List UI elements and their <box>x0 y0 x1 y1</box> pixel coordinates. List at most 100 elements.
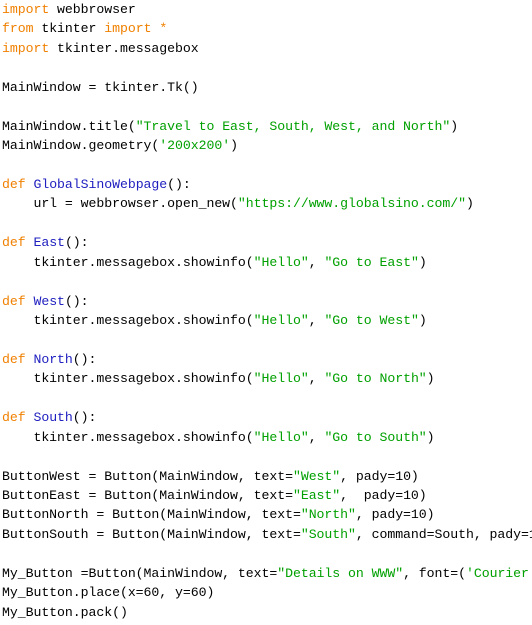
code-token-keyword: * <box>159 21 168 37</box>
code-token-plain: tkinter.messagebox <box>49 40 199 56</box>
code-token-string: "Hello" <box>253 429 309 445</box>
code-token-plain: ) <box>418 313 427 328</box>
code-token-plain: , command=South, pady=10) <box>355 526 532 542</box>
code-token-plain: , <box>308 429 325 445</box>
code-token-def: West <box>33 293 65 309</box>
code-token-def: South <box>33 410 73 426</box>
code-line: ButtonWest = Button(MainWindow, text="We… <box>0 467 532 486</box>
code-token-plain: ) <box>426 429 435 445</box>
code-token-plain: My_Button.pack() <box>2 604 128 620</box>
code-token-string: "Details on WWW" <box>277 565 404 581</box>
code-token-plain: , pady=10) <box>340 487 427 503</box>
code-token-plain: tkinter.messagebox.showinfo( <box>2 254 254 270</box>
code-token-string: '200x200' <box>159 138 231 154</box>
code-token-plain: My_Button =Button(MainWindow, text= <box>2 565 278 581</box>
code-token-string: "https://www.globalsino.com/" <box>237 196 466 212</box>
code-token-plain: (): <box>72 351 97 367</box>
code-token-plain: , font=( <box>403 565 466 581</box>
code-line: import tkinter.messagebox <box>0 39 532 58</box>
code-token-keyword: import <box>2 40 50 56</box>
code-line: url = webbrowser.open_new("https://www.g… <box>0 194 532 213</box>
code-token-plain: ) <box>426 371 435 387</box>
code-token-plain: tkinter.messagebox.showinfo( <box>2 429 254 445</box>
code-token-plain: ButtonSouth = Button(MainWindow, text= <box>2 526 301 542</box>
code-token-plain: ) <box>465 196 474 212</box>
code-token-plain: My_Button.place(x=60, y=60) <box>2 585 215 601</box>
code-line: def South(): <box>0 408 532 427</box>
code-token-plain: ButtonEast = Button(MainWindow, text= <box>2 487 293 503</box>
code-token-keyword: import <box>104 21 152 37</box>
code-token-plain: , <box>308 371 325 387</box>
code-token-plain: , <box>308 313 325 328</box>
code-line: from tkinter import * <box>0 19 532 38</box>
code-token-plain: (): <box>167 176 191 192</box>
code-line: My_Button =Button(MainWindow, text="Deta… <box>0 564 532 583</box>
code-line: My_Button.place(x=60, y=60) <box>0 583 532 602</box>
code-token-string: "Travel to East, South, West, and North" <box>135 118 451 134</box>
code-token-plain: tkinter <box>33 21 105 37</box>
code-line: ButtonEast = Button(MainWindow, text="Ea… <box>0 486 532 505</box>
code-token-def: GlobalSinoWebpage <box>33 176 168 192</box>
code-line: import webbrowser <box>0 0 532 19</box>
code-token-string: "Hello" <box>253 313 309 328</box>
code-line: MainWindow = tkinter.Tk() <box>0 78 532 97</box>
code-token-def: East <box>33 235 65 251</box>
code-token-plain: ) <box>450 118 459 134</box>
code-line: def GlobalSinoWebpage(): <box>0 175 532 194</box>
code-line: tkinter.messagebox.showinfo("Hello", "Go… <box>0 253 532 272</box>
code-line: def North(): <box>0 350 532 369</box>
code-token-plain: MainWindow.title( <box>2 118 136 134</box>
code-token-plain: (): <box>64 235 89 251</box>
code-token-plain: ) <box>418 254 427 270</box>
code-line: def West(): <box>0 292 532 311</box>
code-token-string: "Go to North" <box>324 371 427 387</box>
code-token-string: "South" <box>300 526 356 542</box>
code-line: tkinter.messagebox.showinfo("Hello", "Go… <box>0 311 532 330</box>
code-token-plain: , pady=10) <box>340 468 419 484</box>
code-token-plain: MainWindow = tkinter.Tk() <box>2 79 199 95</box>
code-token-plain: MainWindow.geometry( <box>2 138 160 154</box>
code-line: def East(): <box>0 233 532 252</box>
code-line: MainWindow.geometry('200x200') <box>0 136 532 155</box>
code-token-keyword: def <box>2 235 26 251</box>
code-token-keyword: def <box>2 176 26 192</box>
code-token-plain: tkinter.messagebox.showinfo( <box>2 371 254 387</box>
code-token-plain: webbrowser <box>49 2 136 17</box>
code-token-plain: ) <box>230 138 238 154</box>
code-token-def: North <box>33 351 73 367</box>
code-token-keyword: def <box>2 293 26 309</box>
code-token-string: "Go to South" <box>324 429 427 445</box>
code-token-keyword: import <box>2 2 50 17</box>
code-token-string: "Go to East" <box>324 254 419 270</box>
code-line: tkinter.messagebox.showinfo("Hello", "Go… <box>0 369 532 388</box>
code-token-plain: ButtonNorth = Button(MainWindow, text= <box>2 507 301 523</box>
code-token-string: "East" <box>292 487 341 503</box>
code-line: ButtonSouth = Button(MainWindow, text="S… <box>0 525 532 544</box>
code-token-string: 'Courier' <box>465 565 532 581</box>
code-token-plain: , pady=10) <box>355 507 435 523</box>
code-line: MainWindow.title("Travel to East, South,… <box>0 117 532 136</box>
code-token-string: "Hello" <box>253 254 309 270</box>
code-token-string: "West" <box>292 468 341 484</box>
code-token-plain: (): <box>72 410 97 426</box>
code-token-plain: , <box>308 254 325 270</box>
code-token-string: "Hello" <box>253 371 309 387</box>
code-line: tkinter.messagebox.showinfo("Hello", "Go… <box>0 428 532 447</box>
code-line: My_Button.pack() <box>0 603 532 622</box>
code-token-string: "North" <box>300 507 356 523</box>
code-token-keyword: from <box>2 21 34 37</box>
code-token-plain: url = webbrowser.open_new( <box>2 196 238 212</box>
code-token-plain: tkinter.messagebox.showinfo( <box>2 313 254 328</box>
code-line: ButtonNorth = Button(MainWindow, text="N… <box>0 505 532 524</box>
code-viewer[interactable]: import webbrowser from tkinter import * im… <box>0 0 532 625</box>
code-token-keyword: def <box>2 410 26 426</box>
